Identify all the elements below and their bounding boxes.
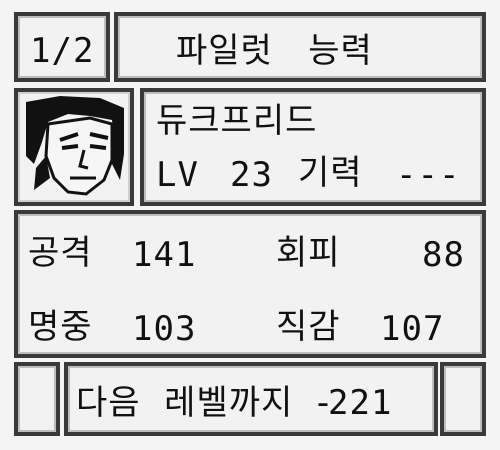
portrait-panel — [14, 88, 134, 206]
pilot-status-screen: 1/2 파일럿 능력 듀크프리드 LV 23 기력 --- 공격 141 회피 … — [0, 0, 500, 450]
stats-panel: 공격 141 회피 88 명중 103 직감 107 — [14, 210, 486, 358]
evasion-label: 회피 — [276, 233, 341, 273]
page-title: 파일럿 능력 — [176, 31, 373, 71]
pilot-name: 듀크프리드 — [156, 101, 318, 141]
spirit-value: --- — [396, 155, 461, 195]
intuition-label: 직감 — [276, 307, 341, 347]
prev-page-button[interactable] — [14, 362, 60, 436]
title-panel: 파일럿 능력 — [114, 12, 486, 82]
level-value: 23 — [230, 155, 273, 195]
next-level-panel: 다음 레벨까지 - 221 — [64, 362, 438, 436]
spirit-label: 기력 — [298, 153, 363, 193]
next-level-label: 다음 레벨까지 - — [76, 383, 331, 423]
intuition-value: 107 — [380, 309, 445, 349]
accuracy-value: 103 — [132, 309, 197, 349]
evasion-value: 88 — [422, 235, 465, 275]
pilot-info-panel: 듀크프리드 LV 23 기력 --- — [140, 88, 486, 206]
page-indicator-panel[interactable]: 1/2 — [14, 12, 110, 82]
next-page-button[interactable] — [440, 362, 486, 436]
next-level-exp: 221 — [328, 383, 393, 423]
level-label: LV — [156, 155, 199, 195]
attack-label: 공격 — [28, 233, 93, 273]
pilot-portrait-icon — [20, 94, 128, 200]
accuracy-label: 명중 — [28, 307, 93, 347]
page-indicator: 1/2 — [30, 31, 95, 71]
attack-value: 141 — [132, 235, 197, 275]
